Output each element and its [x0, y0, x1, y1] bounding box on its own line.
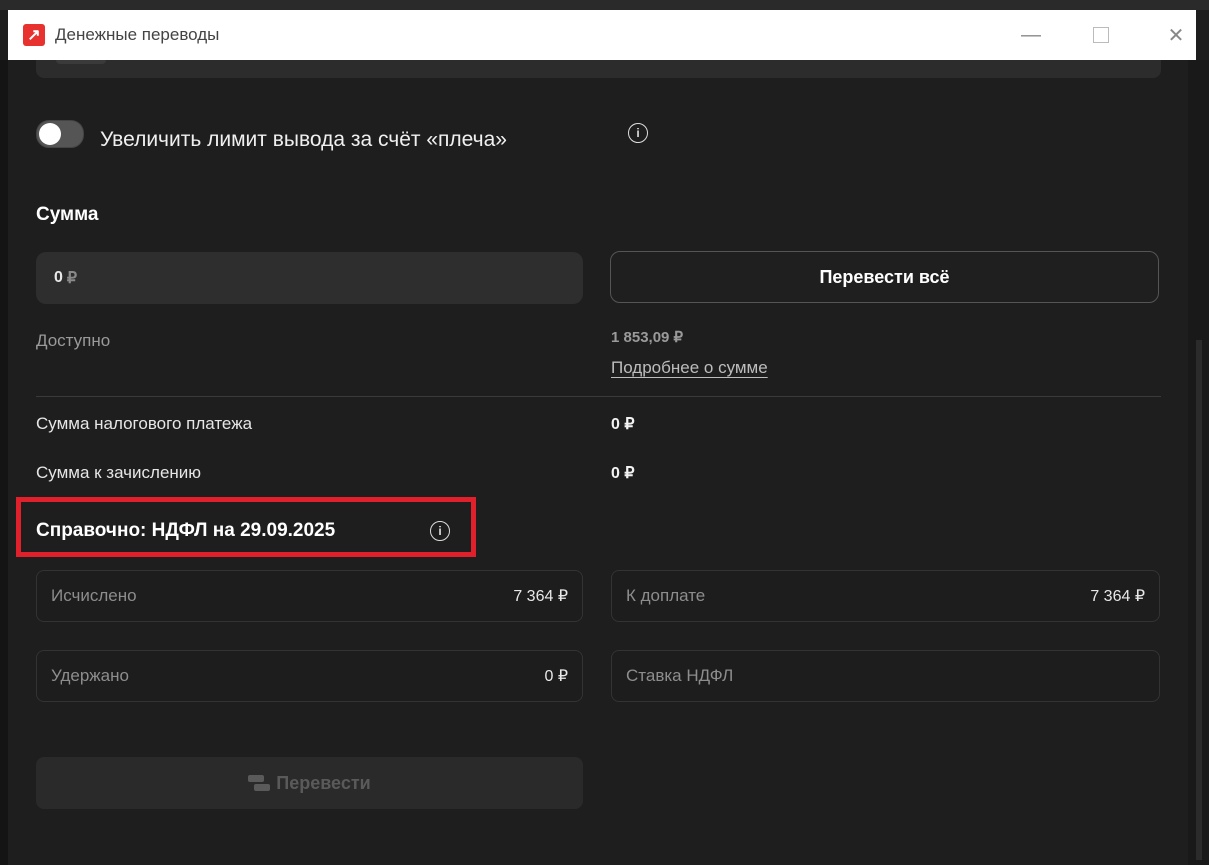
amount-input[interactable]: 0 ₽: [36, 252, 583, 304]
ndfl-to-pay-field: К доплате 7 364 ₽: [611, 570, 1160, 622]
credit-amount-label: Сумма к зачислению: [36, 463, 202, 482]
calculated-value: 7 364 ₽: [513, 588, 568, 605]
previous-field-icon: [56, 60, 106, 64]
leverage-toggle-label: Увеличить лимит вывода за счёт «плеча»: [100, 128, 507, 151]
ndfl-withheld-field: Удержано 0 ₽: [36, 650, 583, 702]
leverage-toggle[interactable]: [36, 120, 84, 148]
amount-section-title: Сумма: [36, 204, 99, 225]
transfer-all-button[interactable]: Перевести всё: [610, 251, 1159, 303]
send-button[interactable]: Перевести: [36, 757, 583, 809]
maximize-icon: [1093, 27, 1109, 43]
withheld-label: Удержано: [51, 666, 129, 685]
calculated-label: Исчислено: [51, 586, 137, 605]
amount-input-value: 0: [54, 269, 63, 286]
tax-payment-label: Сумма налогового платежа: [36, 414, 253, 433]
ndfl-rate-field: Ставка НДФЛ: [611, 650, 1160, 702]
withheld-value: 0 ₽: [544, 668, 568, 685]
divider: [36, 396, 1161, 397]
tax-payment-value: 0 ₽: [611, 416, 635, 433]
available-label: Доступно: [36, 331, 111, 350]
window-title: Денежные переводы: [55, 25, 220, 44]
transfer-form: Увеличить лимит вывода за счёт «плеча» i…: [8, 60, 1188, 865]
ndfl-info-icon[interactable]: i: [430, 521, 450, 541]
minimize-button[interactable]: —: [1011, 10, 1051, 60]
left-edge: [0, 60, 8, 865]
previous-field-partial: [36, 60, 1161, 78]
send-button-label: Перевести: [276, 772, 371, 793]
scrollbar-thumb[interactable]: [1196, 340, 1202, 860]
toggle-knob: [39, 123, 61, 145]
currency-symbol: ₽: [66, 270, 78, 287]
credit-amount-value: 0 ₽: [611, 465, 635, 482]
ndfl-title: Справочно: НДФЛ на 29.09.2025: [36, 520, 336, 541]
rate-label: Ставка НДФЛ: [626, 666, 734, 685]
background-window-strip: [0, 0, 1209, 10]
amount-details-link[interactable]: Подробнее о сумме: [611, 358, 768, 378]
ndfl-calculated-field: Исчислено 7 364 ₽: [36, 570, 583, 622]
maximize-button[interactable]: [1081, 10, 1121, 60]
arrow-logo-icon: ↗: [23, 24, 45, 46]
to-pay-value: 7 364 ₽: [1090, 588, 1145, 605]
close-button[interactable]: ✕: [1156, 10, 1196, 60]
available-value: 1 853,09 ₽: [611, 329, 684, 346]
leverage-info-icon[interactable]: i: [628, 123, 648, 143]
to-pay-label: К доплате: [626, 586, 706, 605]
title-bar: ↗ Денежные переводы — ✕: [8, 10, 1196, 60]
transfer-icon: [248, 775, 271, 791]
scrollbar[interactable]: [1188, 60, 1209, 865]
